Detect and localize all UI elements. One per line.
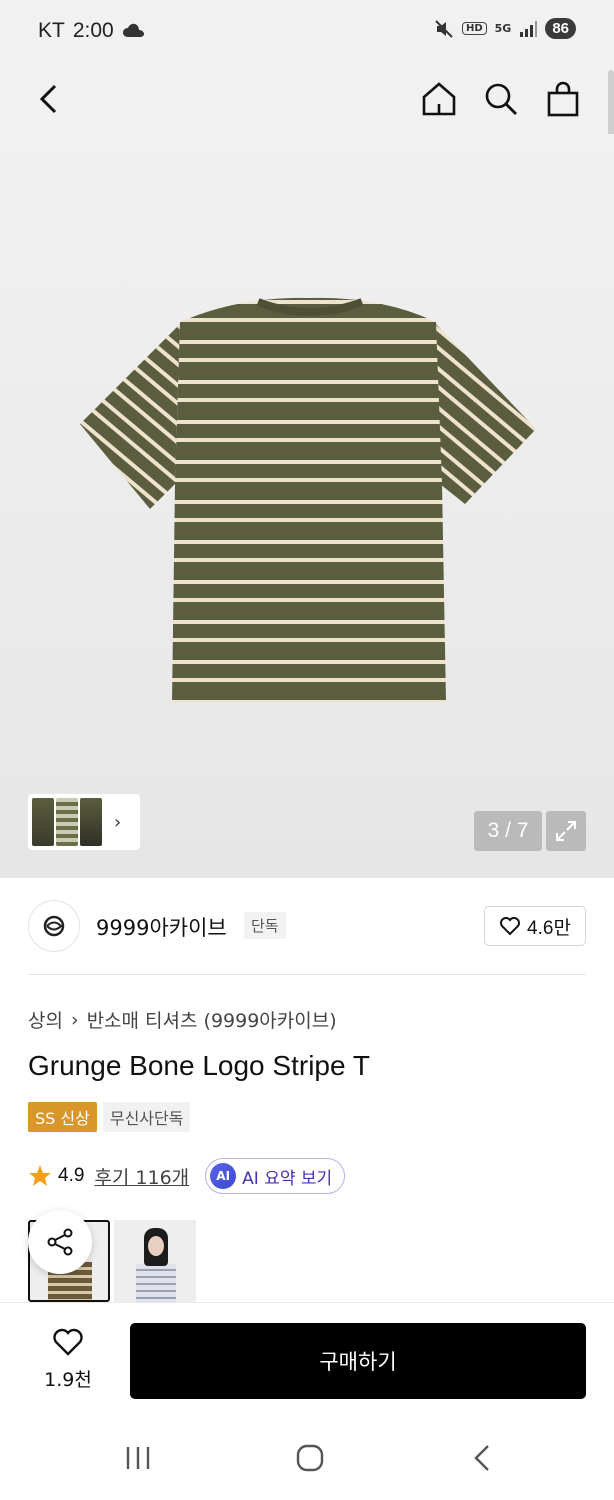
recent-apps-button[interactable] [116, 1440, 160, 1476]
brand-name[interactable]: 9999아카이브 [96, 912, 227, 942]
status-left: KT 2:00 [38, 19, 146, 43]
rating-row: 4.9 후기 116개 AI AI 요약 보기 [28, 1158, 346, 1194]
brand-like-button[interactable]: 4.6만 [484, 906, 586, 946]
heart-icon [53, 1328, 83, 1356]
expand-icon [556, 821, 576, 841]
back-button[interactable] [26, 76, 72, 122]
home-circle-icon [296, 1444, 324, 1472]
search-button[interactable] [478, 76, 524, 122]
thumbnail-3[interactable] [80, 798, 102, 846]
home-button[interactable] [416, 76, 462, 122]
heart-icon [500, 917, 521, 936]
variant-gray[interactable] [114, 1220, 196, 1302]
back-chevron-icon [474, 1445, 489, 1471]
chevron-right-icon[interactable]: › [114, 812, 121, 833]
brand-logo[interactable] [28, 900, 80, 952]
system-nav-bar [0, 1416, 614, 1500]
breadcrumb: 상의 › 반소매 티셔츠 (9999아카이브) [28, 1006, 337, 1033]
status-bar: KT 2:00 HD 5G 86 [0, 0, 614, 64]
status-right: HD 5G 86 [434, 18, 576, 39]
product-image-gallery[interactable]: › 3 / 7 [0, 134, 614, 878]
thumbnail-strip[interactable]: › [28, 794, 140, 850]
home-icon [422, 82, 456, 116]
back-arrow-icon [39, 84, 57, 114]
star-icon [29, 1165, 51, 1186]
home-system-button[interactable] [288, 1440, 332, 1476]
brand-row: 9999아카이브 단독 4.6만 [28, 898, 586, 954]
chevron-right-icon: › [70, 1008, 79, 1031]
product-image [80, 297, 536, 702]
image-counter: 3 / 7 [474, 811, 542, 851]
recent-apps-icon [126, 1447, 150, 1469]
clock: 2:00 [72, 19, 114, 42]
brand-like-count: 4.6만 [527, 917, 571, 939]
notification-cloud-icon [122, 23, 144, 37]
divider [28, 974, 586, 975]
new-season-tag: SS 신상 [28, 1102, 97, 1132]
system-back-button[interactable] [460, 1440, 504, 1476]
carrier-label: KT [38, 19, 65, 42]
thumbnail-2[interactable] [56, 798, 78, 846]
share-button[interactable] [28, 1210, 92, 1274]
search-icon [485, 83, 517, 115]
mute-icon [435, 19, 453, 38]
network-gen-label: 5G [494, 22, 512, 35]
expand-button[interactable] [546, 811, 586, 851]
thumbnail-1[interactable] [32, 798, 54, 846]
exclusive-tag: 단독 [244, 912, 286, 939]
rating-value: 4.9 [58, 1165, 85, 1186]
wishlist-count: 1.9천 [44, 1369, 92, 1391]
product-tags: SS 신상 무신사단독 [28, 1102, 191, 1132]
breadcrumb-subcategory[interactable]: 반소매 티셔츠 (9999아카이브) [87, 1006, 337, 1033]
ai-badge-icon: AI [210, 1163, 237, 1189]
signal-icon [520, 20, 538, 37]
shopping-bag-icon [547, 81, 579, 117]
exclusive-store-tag: 무신사단독 [102, 1102, 191, 1132]
buy-button[interactable]: 구매하기 [130, 1323, 586, 1399]
product-title: Grunge Bone Logo Stripe T [28, 1050, 370, 1081]
battery-indicator: 86 [545, 18, 576, 39]
purchase-bar: 1.9천 구매하기 [0, 1302, 614, 1416]
share-icon [47, 1228, 73, 1256]
ai-summary-label: AI 요약 보기 [242, 1168, 333, 1189]
review-link[interactable]: 후기 116개 [94, 1163, 189, 1190]
brand-logo-mark [43, 915, 65, 937]
breadcrumb-category[interactable]: 상의 [28, 1006, 63, 1033]
ai-summary-button[interactable]: AI AI 요약 보기 [205, 1158, 346, 1194]
top-nav [0, 64, 614, 148]
wishlist-button[interactable]: 1.9천 [36, 1327, 100, 1392]
cart-button[interactable] [540, 76, 586, 122]
hd-badge: HD [461, 22, 487, 35]
